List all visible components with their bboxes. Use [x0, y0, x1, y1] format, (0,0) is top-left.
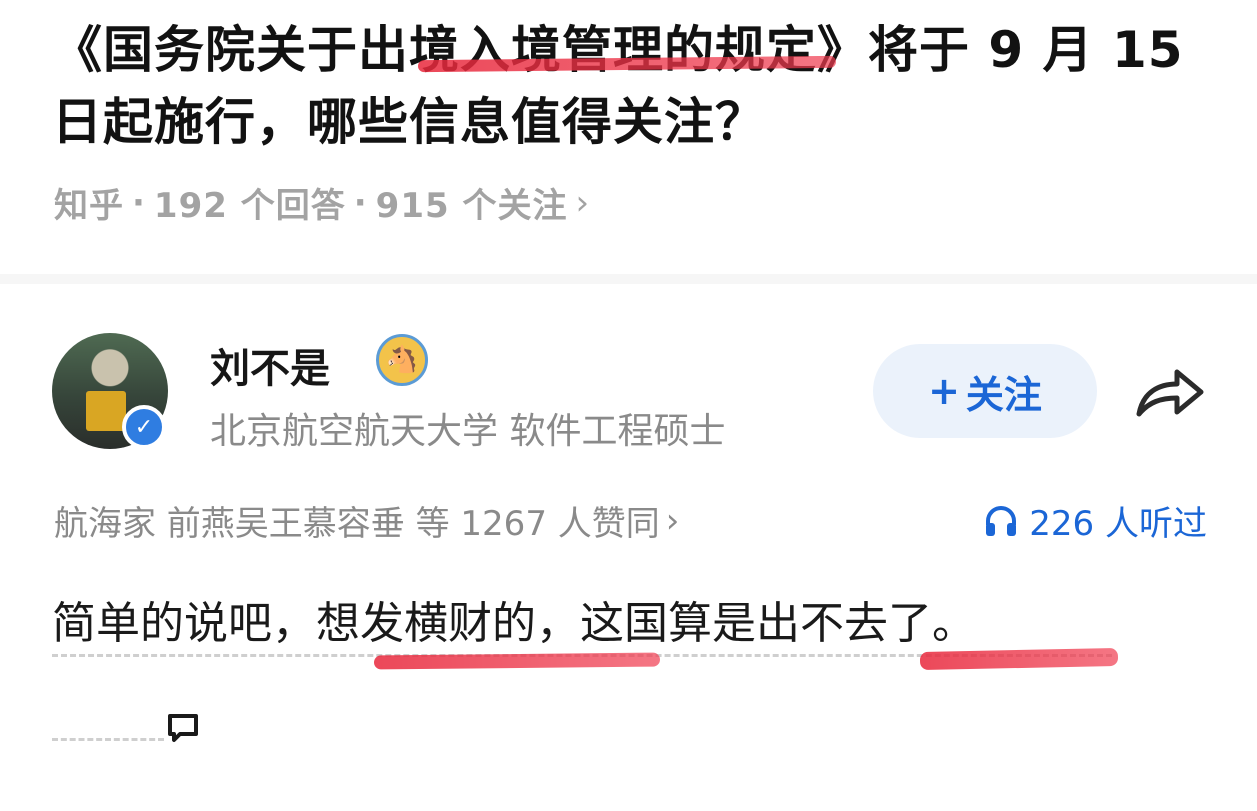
dashed-underline — [52, 654, 1112, 657]
listened-text: 226 人听过 — [1029, 504, 1207, 544]
question-meta[interactable]: 知乎 · 192 个回答 · 915 个关注 › — [54, 178, 590, 227]
meta-answers: 192 个回答 — [153, 186, 346, 226]
share-arrow-icon[interactable] — [1133, 362, 1207, 422]
author-bio: 北京航空航天大学 软件工程硕士 — [210, 411, 726, 452]
avatar-banner — [86, 391, 126, 431]
cartoon-badge-icon: 🐴 — [376, 334, 428, 386]
follow-button[interactable]: + 关注 — [873, 344, 1097, 438]
listened-count[interactable]: 226 人听过 — [983, 496, 1207, 545]
dashed-underline-2 — [52, 738, 164, 741]
verified-check-icon: ✓ — [122, 405, 166, 449]
chevron-right-icon: › — [575, 182, 591, 223]
meta-source: 知乎 — [54, 186, 124, 226]
meta-separator-2: · — [353, 182, 368, 223]
upvote-text: 航海家 前燕吴王慕容垂 等 1267 人赞同 — [54, 504, 660, 544]
headphones-icon — [986, 505, 1017, 536]
plus-icon: + — [928, 369, 960, 413]
section-divider — [0, 274, 1257, 284]
meta-followers: 915 个关注 — [375, 186, 568, 226]
author-name[interactable]: 刘不是 — [210, 336, 330, 394]
follow-label: 关注 — [965, 372, 1042, 417]
chevron-right-icon: › — [665, 500, 680, 541]
meta-separator: · — [132, 182, 146, 223]
comment-bubble-icon[interactable] — [166, 710, 200, 744]
question-title[interactable]: 《国务院关于出境入境管理的规定》将于 9 月 15 日起施行，哪些信息值得关注？ — [52, 14, 1212, 158]
upvote-summary[interactable]: 航海家 前燕吴王慕容垂 等 1267 人赞同 › — [54, 496, 679, 545]
